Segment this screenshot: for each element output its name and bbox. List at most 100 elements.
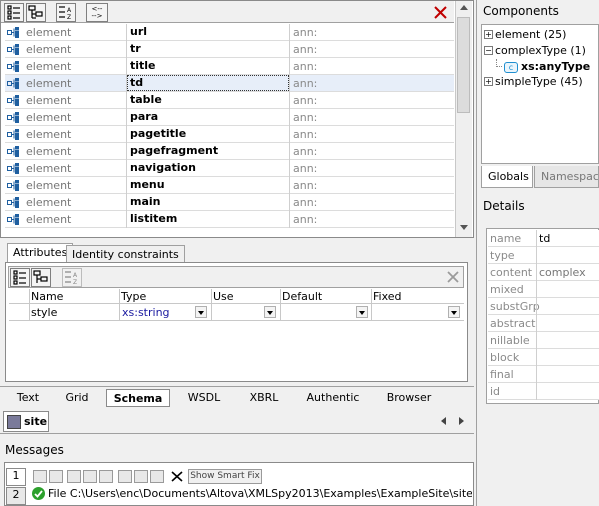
row-element-name[interactable]: url <box>130 25 147 38</box>
row-annotation[interactable]: ann: <box>293 213 317 226</box>
scroll-thumb[interactable] <box>457 17 470 113</box>
next-message-icon[interactable] <box>33 470 47 483</box>
type-dropdown-icon[interactable] <box>195 306 207 318</box>
tab-browser-view[interactable]: Browser <box>376 389 442 407</box>
append-attribute-icon[interactable] <box>10 268 30 287</box>
grid-row[interactable]: element table ann: <box>5 92 454 109</box>
detail-row-substGrp[interactable]: substGrp <box>488 298 599 315</box>
row-element-name[interactable]: listitem <box>130 212 177 225</box>
detail-row-mixed[interactable]: mixed <box>488 281 599 298</box>
tree-item[interactable]: + element (25) <box>484 28 566 43</box>
tree-item[interactable]: − complexType (1) <box>484 44 586 59</box>
tree-item[interactable]: + simpleType (45) <box>484 75 583 90</box>
grid-row[interactable]: element td ann: <box>5 75 454 92</box>
tab-text-view[interactable]: Text <box>8 389 48 407</box>
tab-wsdl-view[interactable]: WSDL <box>176 389 232 407</box>
tab-attributes[interactable]: Attributes <box>7 243 74 263</box>
tree-item[interactable]: c xs:anyType <box>496 59 590 74</box>
detail-row-id[interactable]: id <box>488 383 599 400</box>
row-element-name[interactable]: para <box>130 110 158 123</box>
row-annotation[interactable]: ann: <box>293 43 317 56</box>
default-dropdown-icon[interactable] <box>356 306 368 318</box>
detail-row-nillable[interactable]: nillable <box>488 332 599 349</box>
row-annotation[interactable]: ann: <box>293 111 317 124</box>
expand-icon[interactable]: + <box>484 30 493 39</box>
row-annotation[interactable]: ann: <box>293 26 317 39</box>
row-element-name[interactable]: tr <box>130 42 141 55</box>
clear-messages-icon[interactable] <box>170 470 184 483</box>
scroll-down-icon[interactable] <box>460 225 468 230</box>
detail-row-content[interactable]: content complex <box>488 264 599 281</box>
grid-row[interactable]: element tr ann: <box>5 41 454 58</box>
grid-row[interactable]: element navigation ann: <box>5 160 454 177</box>
document-tab-site[interactable]: site <box>3 411 49 432</box>
delete-attribute-icon[interactable] <box>445 269 461 285</box>
tab-namespaces[interactable]: Namespaces <box>534 166 599 188</box>
grid-scrollbar[interactable] <box>455 1 472 237</box>
find-icon[interactable] <box>118 470 132 483</box>
row-annotation[interactable]: ann: <box>293 145 317 158</box>
close-icon[interactable] <box>432 4 450 21</box>
attribute-row[interactable]: style xs:string <box>9 305 464 321</box>
insert-attribute-icon[interactable] <box>31 268 51 287</box>
grid-row[interactable]: element listitem ann: <box>5 211 454 228</box>
copy-all-expanded-icon[interactable] <box>99 470 113 483</box>
list-view-icon[interactable] <box>4 3 24 22</box>
detail-row-block[interactable]: block <box>488 349 599 366</box>
row-element-name[interactable]: navigation <box>130 161 196 174</box>
detail-row-type[interactable]: type <box>488 247 599 264</box>
row-annotation[interactable]: ann: <box>293 179 317 192</box>
collapse-icon[interactable]: − <box>484 45 493 55</box>
copy-all-icon[interactable] <box>83 470 97 483</box>
expand-icon[interactable]: + <box>484 76 493 86</box>
grid-row[interactable]: element main ann: <box>5 194 454 211</box>
find-next-icon[interactable] <box>134 470 148 483</box>
detail-row-abstract[interactable]: abstract <box>488 315 599 332</box>
tab-grid-view[interactable]: Grid <box>57 389 97 407</box>
tab-xbrl-view[interactable]: XBRL <box>238 389 290 407</box>
row-element-name[interactable]: main <box>130 195 161 208</box>
attr-type-value[interactable]: xs:string <box>122 306 170 319</box>
row-element-name[interactable]: pagefragment <box>130 144 218 157</box>
fixed-dropdown-icon[interactable] <box>448 306 460 318</box>
tab-identity-constraints[interactable]: Identity constraints <box>66 245 185 263</box>
grid-row[interactable]: element para ann: <box>5 109 454 126</box>
row-annotation[interactable]: ann: <box>293 128 317 141</box>
messages-side-tab-2[interactable]: 2 <box>6 487 26 505</box>
sort-attributes-icon[interactable]: AZ <box>62 268 82 287</box>
tab-scroll-left-icon[interactable] <box>441 417 446 425</box>
grid-row[interactable]: element pagefragment ann: <box>5 143 454 160</box>
detail-value[interactable]: td <box>539 232 550 245</box>
find-previous-icon[interactable] <box>150 470 164 483</box>
numbered-list-icon[interactable]: AZ <box>56 3 76 22</box>
show-smart-fix-button[interactable]: Show Smart Fix <box>188 469 262 484</box>
row-annotation[interactable]: ann: <box>293 162 317 175</box>
message-line[interactable]: File C:\Users\enc\Documents\Altova\XMLSp… <box>48 487 472 500</box>
detail-row-final[interactable]: final <box>488 366 599 383</box>
row-element-name[interactable]: table <box>130 93 162 106</box>
tab-schema-view[interactable]: Schema <box>106 389 170 407</box>
grid-row[interactable]: element title ann: <box>5 58 454 75</box>
detail-value[interactable]: complex <box>539 266 586 279</box>
row-annotation[interactable]: ann: <box>293 60 317 73</box>
scroll-up-icon[interactable] <box>460 5 468 10</box>
previous-message-icon[interactable] <box>49 470 63 483</box>
copy-message-icon[interactable] <box>67 470 81 483</box>
row-element-name[interactable]: menu <box>130 178 165 191</box>
tab-authentic-view[interactable]: Authentic <box>296 389 370 407</box>
grid-row[interactable]: element pagetitle ann: <box>5 126 454 143</box>
row-annotation[interactable]: ann: <box>293 196 317 209</box>
swap-arrows-icon[interactable]: <-- --> <box>86 3 108 22</box>
grid-row[interactable]: element menu ann: <box>5 177 454 194</box>
tree-view-icon[interactable] <box>26 3 46 22</box>
use-dropdown-icon[interactable] <box>264 306 276 318</box>
row-element-name[interactable]: title <box>130 59 156 72</box>
grid-row[interactable]: element url ann: <box>5 24 454 41</box>
messages-side-tab-1[interactable]: 1 <box>6 468 26 486</box>
row-annotation[interactable]: ann: <box>293 77 317 90</box>
tab-scroll-right-icon[interactable] <box>459 417 464 425</box>
attr-name-value[interactable]: style <box>31 306 57 319</box>
tab-globals[interactable]: Globals <box>481 166 533 188</box>
row-annotation[interactable]: ann: <box>293 94 317 107</box>
detail-row-name[interactable]: name td <box>488 230 599 247</box>
